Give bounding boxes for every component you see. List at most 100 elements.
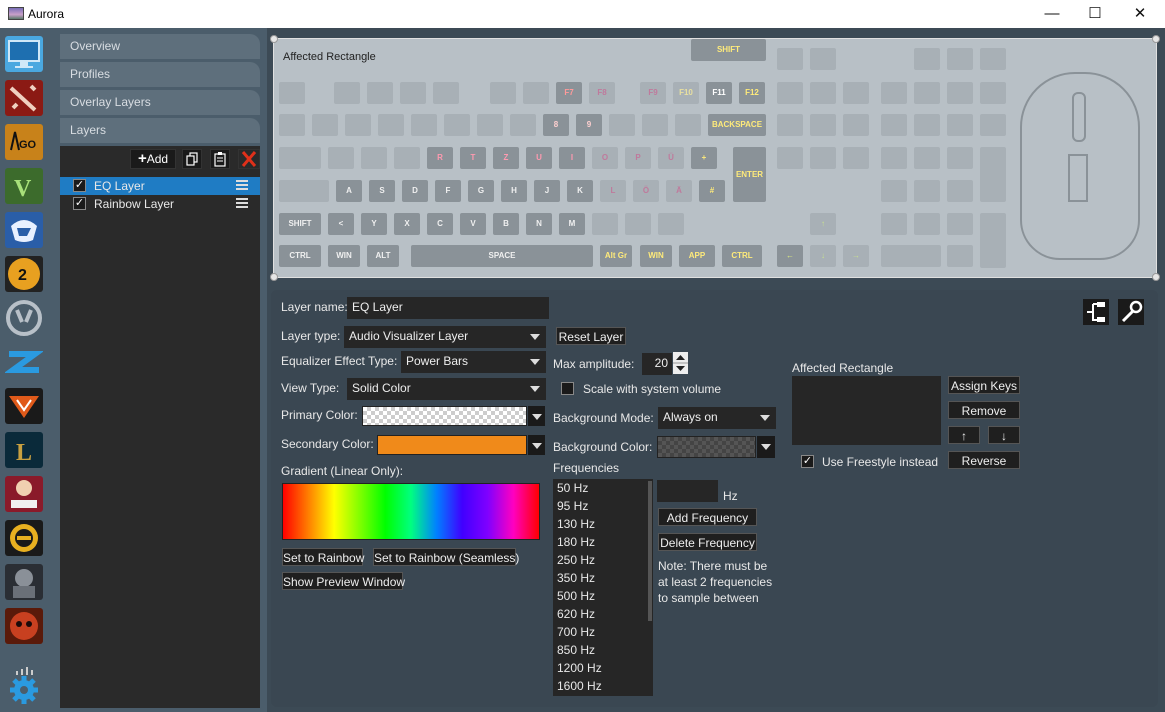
gradient-editor[interactable] [282, 483, 540, 540]
add-layer-button[interactable]: +Add [130, 149, 176, 169]
affected-rectangle-preview-label: Affected Rectangle [283, 51, 376, 63]
list-item[interactable]: 180 Hz [553, 533, 653, 551]
dota-2-app-icon[interactable] [5, 80, 43, 116]
set-rainbow-seamless-button[interactable]: Set to Rainbow (Seamless) [373, 548, 519, 566]
assign-keys-button[interactable]: Assign Keys [948, 376, 1020, 394]
unknown-blue-app-icon[interactable] [3, 344, 45, 380]
show-preview-window-button[interactable]: Show Preview Window [282, 572, 405, 590]
key-pgup [843, 114, 869, 136]
maximize-button[interactable]: ☐ [1072, 0, 1118, 28]
cs-go-app-icon[interactable]: GO [5, 124, 43, 160]
layer-tools-button[interactable] [1118, 299, 1144, 325]
unknown-circle-app-icon[interactable] [5, 520, 43, 556]
layer-type-value: Audio Visualizer Layer [349, 329, 469, 343]
key-k: K [567, 180, 593, 202]
background-color-swatch[interactable] [657, 436, 756, 458]
desktop-app-icon[interactable] [5, 36, 43, 72]
layer-type-dropdown[interactable]: Audio Visualizer Layer [344, 326, 546, 348]
rocket-league-app-icon[interactable] [5, 212, 43, 248]
key-num-mul [947, 114, 973, 136]
call-of-duty-app-icon[interactable] [5, 564, 43, 600]
frequency-input[interactable] [657, 480, 718, 502]
key-sz [642, 114, 668, 136]
tab-profiles[interactable]: Profiles [60, 62, 260, 87]
layer-name-input[interactable]: EQ Layer [347, 297, 549, 319]
list-item[interactable]: 1600 Hz [553, 677, 653, 695]
set-rainbow-button[interactable]: Set to Rainbow [282, 548, 364, 566]
list-item[interactable]: 1200 Hz [553, 659, 653, 677]
affected-keys-list[interactable] [792, 376, 941, 445]
layer-item-eq[interactable]: ✓ EQ Layer [60, 177, 260, 195]
freestyle-checkbox[interactable]: ✓ [801, 455, 814, 468]
key-num6 [947, 180, 973, 202]
key-backspace: BACKSPACE [708, 114, 766, 136]
list-item[interactable]: 500 Hz [553, 587, 653, 605]
close-window-button[interactable]: ✕ [1117, 0, 1163, 28]
key-4 [411, 114, 437, 136]
delete-frequency-button[interactable]: Delete Frequency [658, 533, 757, 551]
minimize-button[interactable]: — [1029, 0, 1075, 28]
key-w [361, 147, 387, 169]
list-item[interactable]: 850 Hz [553, 641, 653, 659]
payday-2-app-icon[interactable]: 2 [5, 256, 43, 292]
max-amplitude-input[interactable]: 20 [642, 353, 672, 375]
key-7 [510, 114, 536, 136]
key-end [810, 147, 836, 169]
frequencies-list[interactable]: 50 Hz 95 Hz 130 Hz 180 Hz 250 Hz 350 Hz … [553, 479, 653, 696]
key-media-top-2 [947, 48, 973, 70]
key-j: J [534, 180, 560, 202]
settings-gear-icon[interactable] [8, 674, 40, 706]
layer-type-label: Layer type: [281, 329, 341, 343]
list-item[interactable]: 620 Hz [553, 605, 653, 623]
tab-overview[interactable]: Overview [60, 34, 260, 59]
frequencies-scrollbar[interactable] [648, 481, 652, 621]
layer-tree-button[interactable] [1083, 299, 1109, 325]
layer-eq-menu-icon[interactable] [236, 180, 248, 190]
delete-layer-button[interactable] [238, 149, 260, 169]
tab-layers[interactable]: Layers [60, 118, 260, 143]
primary-color-swatch[interactable] [362, 406, 527, 426]
league-of-legends-app-icon[interactable]: L [5, 432, 43, 468]
add-frequency-button[interactable]: Add Frequency [658, 508, 757, 526]
list-item[interactable]: 350 Hz [553, 569, 653, 587]
secondary-color-dropdown[interactable] [528, 435, 545, 455]
overwatch-app-icon[interactable] [5, 300, 43, 336]
secondary-color-swatch[interactable] [377, 435, 527, 455]
keyboard-preview[interactable]: Affected Rectangle F7 F8 F9 F10 F11 F12 … [270, 35, 1160, 281]
key-f5 [490, 82, 516, 104]
move-key-up-button[interactable]: ↑ [948, 426, 980, 444]
reverse-keys-button[interactable]: Reverse [948, 451, 1020, 469]
remove-key-button[interactable]: Remove [948, 401, 1020, 419]
list-item[interactable]: 95 Hz [553, 497, 653, 515]
background-mode-dropdown[interactable]: Always on [658, 407, 776, 429]
primary-color-dropdown[interactable] [528, 406, 545, 426]
layer-rainbow-checkbox[interactable]: ✓ [73, 197, 86, 210]
gta-v-app-icon[interactable]: V [5, 168, 43, 204]
list-item[interactable]: 130 Hz [553, 515, 653, 533]
move-key-down-button[interactable]: ↓ [988, 426, 1020, 444]
reset-layer-button[interactable]: Reset Layer [556, 327, 626, 345]
background-color-dropdown[interactable] [757, 436, 775, 458]
tab-overlay-layers[interactable]: Overlay Layers [60, 90, 260, 115]
the-division-app-icon[interactable] [5, 388, 43, 424]
list-item[interactable]: 700 Hz [553, 623, 653, 641]
resize-handle-top-left[interactable] [270, 35, 278, 43]
doom-app-icon[interactable] [5, 608, 43, 644]
layer-rainbow-menu-icon[interactable] [236, 198, 248, 208]
key-f10: F10 [673, 82, 699, 104]
resize-handle-bottom-right[interactable] [1152, 273, 1160, 281]
list-item[interactable]: 50 Hz [553, 479, 653, 497]
scale-volume-checkbox[interactable] [561, 382, 574, 395]
layer-item-rainbow[interactable]: ✓ Rainbow Layer [60, 195, 260, 213]
max-amplitude-stepper[interactable] [673, 352, 688, 374]
list-item[interactable]: 250 Hz [553, 551, 653, 569]
hotline-miami-app-icon[interactable] [5, 476, 43, 512]
key-enter: ENTER [733, 147, 766, 202]
eq-type-dropdown[interactable]: Power Bars [401, 351, 546, 373]
paste-layer-button[interactable] [210, 149, 230, 169]
view-type-dropdown[interactable]: Solid Color [347, 378, 546, 400]
copy-layer-button[interactable] [182, 149, 202, 169]
resize-handle-top-right[interactable] [1152, 35, 1160, 43]
resize-handle-bottom-left[interactable] [270, 273, 278, 281]
layer-eq-checkbox[interactable]: ✓ [73, 179, 86, 192]
